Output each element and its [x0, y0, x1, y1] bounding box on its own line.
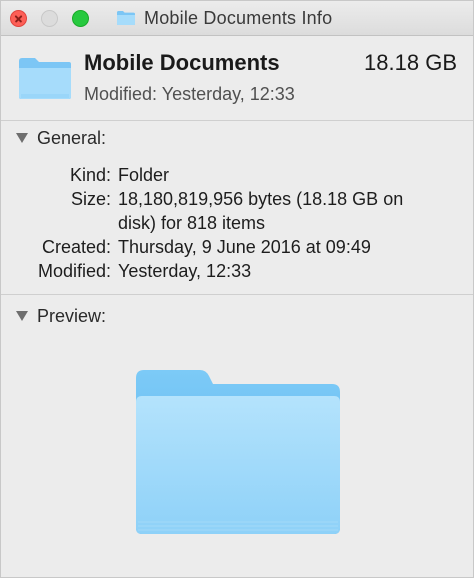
- folder-preview-icon: [136, 370, 340, 534]
- info-value: Folder: [118, 165, 170, 185]
- folder-icon: [19, 58, 71, 99]
- info-header: Mobile Documents 18.18 GB Modified: Yest…: [1, 36, 473, 121]
- preview-section-title[interactable]: Preview:: [37, 306, 106, 327]
- zoom-button[interactable]: [72, 10, 89, 27]
- item-name: Mobile Documents: [84, 50, 280, 75]
- folder-icon: [117, 11, 135, 25]
- info-value: 18,180,819,956 bytes (18.18 GB on: [118, 189, 404, 209]
- item-size: 18.18 GB: [364, 50, 457, 75]
- info-value: disk) for 818 items: [118, 213, 266, 233]
- close-button[interactable]: [10, 10, 27, 27]
- info-label: Created:: [41, 237, 111, 257]
- disclosure-triangle-icon[interactable]: [16, 133, 28, 143]
- minimize-button[interactable]: [41, 10, 58, 27]
- info-window: Mobile Documents Info Mobile Documents 1…: [0, 0, 474, 578]
- info-value: Yesterday, 12:33: [118, 261, 252, 281]
- item-modified: Modified: Yesterday, 12:33: [84, 84, 295, 104]
- info-label: Kind:: [69, 165, 111, 185]
- window-title-group: Mobile Documents Info: [116, 7, 332, 29]
- info-value: Thursday, 9 June 2016 at 09:49: [118, 237, 371, 257]
- info-label: Modified:: [37, 261, 111, 281]
- general-section-title[interactable]: General:: [37, 128, 106, 149]
- disclosure-triangle-icon[interactable]: [16, 311, 28, 321]
- section-divider: [1, 294, 473, 295]
- window-title: Mobile Documents Info: [144, 7, 333, 28]
- info-label: Size:: [70, 189, 111, 209]
- title-bar[interactable]: Mobile Documents Info: [1, 1, 473, 36]
